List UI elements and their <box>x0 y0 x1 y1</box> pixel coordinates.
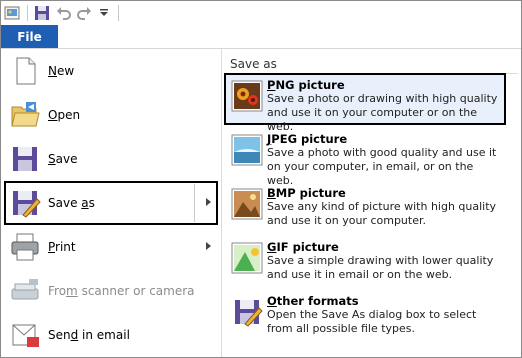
item-title: GIF picture <box>267 240 339 254</box>
item-title: JPEG picture <box>267 132 348 146</box>
menu-item-from-scanner: From scanner or camera <box>5 270 217 312</box>
submenu-arrow-icon[interactable] <box>206 198 211 206</box>
save-as-panel: Save as PNG picture Save a photo or draw… <box>221 49 521 357</box>
item-description: Save any kind of picture with high quali… <box>267 200 497 227</box>
other-formats-icon <box>231 296 263 328</box>
redo-icon[interactable] <box>75 4 93 22</box>
paint-window: File New Open Save Save as Print From sc… <box>0 0 522 358</box>
printer-icon <box>9 231 41 263</box>
menu-item-send-email[interactable]: Send in email <box>5 314 217 356</box>
menu-item-label: Send in email <box>48 328 130 342</box>
email-icon <box>9 319 41 351</box>
panel-title: Save as <box>230 57 277 71</box>
item-title: Other formats <box>267 294 359 308</box>
save-icon[interactable] <box>33 4 51 22</box>
save-as-gif[interactable]: GIF picture Save a simple drawing with l… <box>225 236 505 286</box>
menu-item-label: New <box>48 64 75 78</box>
menu-item-save[interactable]: Save <box>5 138 217 180</box>
menu-item-label: Save <box>48 152 78 166</box>
gif-picture-icon <box>231 242 263 274</box>
png-picture-icon <box>231 80 263 112</box>
submenu-arrow-icon[interactable] <box>206 242 211 250</box>
save-as-jpeg[interactable]: JPEG picture Save a photo with good qual… <box>225 128 505 187</box>
jpeg-picture-icon <box>231 134 263 166</box>
menu-item-label: From scanner or camera <box>48 284 195 298</box>
open-folder-icon <box>9 99 41 131</box>
save-as-icon <box>9 187 41 219</box>
item-title: BMP picture <box>267 186 346 200</box>
app-icon[interactable] <box>3 4 21 22</box>
ribbon-tab-strip <box>1 25 521 49</box>
undo-icon[interactable] <box>55 4 73 22</box>
save-as-other-formats[interactable]: Other formats Open the Save As dialog bo… <box>225 290 505 340</box>
menu-item-open[interactable]: Open <box>5 94 217 136</box>
menu-item-print[interactable]: Print <box>5 226 217 268</box>
menu-item-label: Print <box>48 240 76 254</box>
save-as-png[interactable]: PNG picture Save a photo or drawing with… <box>224 73 506 133</box>
menu-item-label: Save as <box>48 196 95 210</box>
save-disk-icon <box>9 143 41 175</box>
bmp-picture-icon <box>231 188 263 220</box>
menu-item-label: Open <box>48 108 81 122</box>
file-menu-left-column: New Open Save Save as Print From scanner… <box>1 49 221 357</box>
menu-item-save-as[interactable]: Save as <box>4 181 218 225</box>
item-description: Save a simple drawing with lower quality… <box>267 254 494 281</box>
new-document-icon <box>9 55 41 87</box>
item-description: Open the Save As dialog box to select fr… <box>267 308 477 335</box>
customize-dropdown-icon[interactable] <box>95 4 113 22</box>
item-title: PNG picture <box>267 78 345 92</box>
scanner-icon <box>9 275 41 307</box>
save-as-bmp[interactable]: BMP picture Save any kind of picture wit… <box>225 182 505 232</box>
file-tab[interactable]: File <box>1 25 58 48</box>
quick-access-toolbar <box>1 1 521 25</box>
menu-item-new[interactable]: New <box>5 50 217 92</box>
